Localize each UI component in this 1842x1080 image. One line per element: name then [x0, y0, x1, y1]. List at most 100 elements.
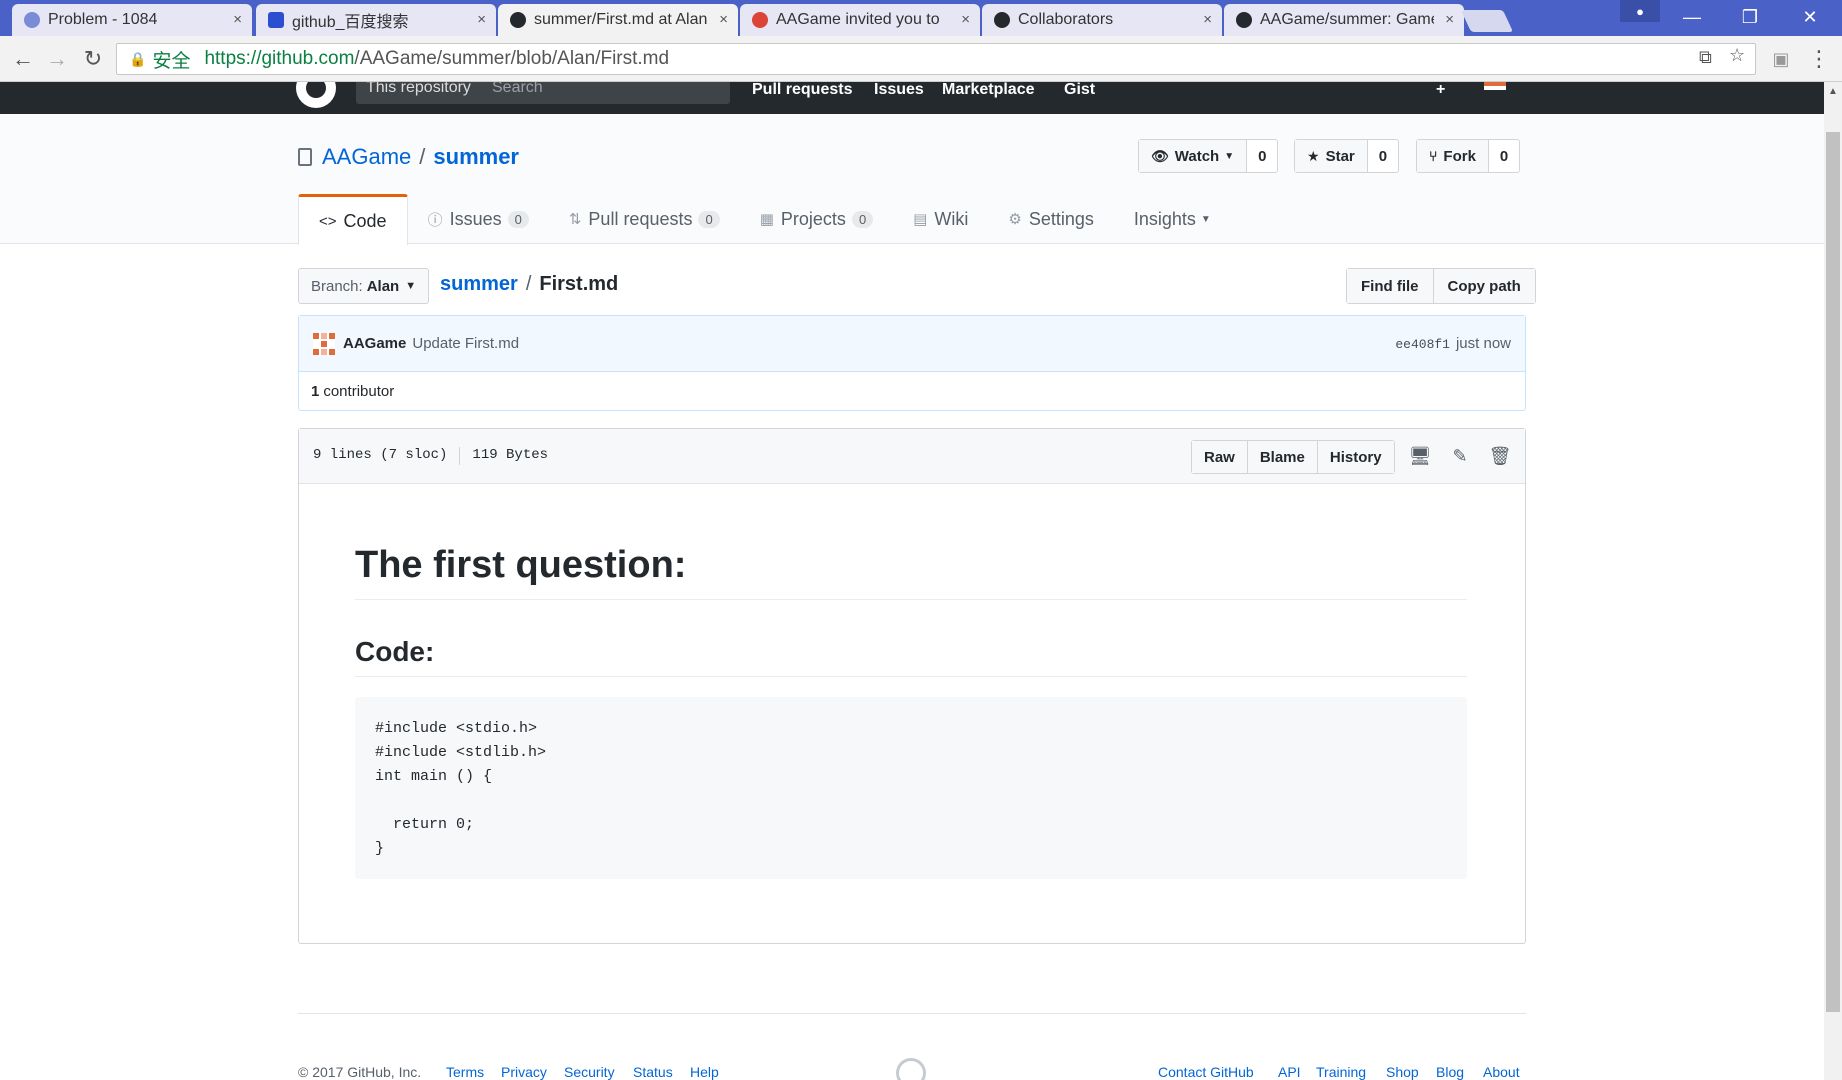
- scrollbar-thumb[interactable]: [1826, 132, 1840, 1012]
- footer-link-help[interactable]: Help: [690, 1064, 719, 1080]
- commit-sha-link[interactable]: ee408f1: [1395, 337, 1450, 352]
- minimize-window-icon[interactable]: —: [1664, 0, 1720, 34]
- code-icon: <>: [319, 212, 337, 230]
- footer-link-blog[interactable]: Blog: [1436, 1064, 1464, 1080]
- tab-issues[interactable]: ⓘ Issues 0: [408, 194, 549, 244]
- footer-copyright: © 2017 GitHub, Inc.: [298, 1064, 422, 1080]
- github-favicon-icon: [1236, 12, 1252, 28]
- tab-close-icon[interactable]: ×: [1203, 11, 1212, 28]
- header-nav-issues[interactable]: Issues: [874, 82, 924, 99]
- header-nav-gist[interactable]: Gist: [1064, 82, 1095, 99]
- pulls-counter: 0: [698, 210, 720, 228]
- footer-link-security[interactable]: Security: [564, 1064, 615, 1080]
- star-button[interactable]: ★ Star 0: [1294, 139, 1400, 173]
- latest-commit: AAGame Update First.md ee408f1 just now: [299, 316, 1525, 372]
- github-mark-icon[interactable]: [896, 1058, 926, 1080]
- footer-link-contact[interactable]: Contact GitHub: [1158, 1064, 1254, 1080]
- tab-close-icon[interactable]: ×: [1445, 11, 1454, 28]
- repo-name-link[interactable]: summer: [433, 144, 519, 170]
- author-avatar[interactable]: [313, 332, 335, 355]
- address-bar[interactable]: 🔒 安全 https://github.com/AAGame/summer/bl…: [116, 43, 1756, 75]
- github-favicon-icon: [510, 12, 526, 28]
- gear-icon: ⚙: [1008, 211, 1022, 228]
- header-nav-pull-requests[interactable]: Pull requests: [752, 82, 852, 99]
- raw-button[interactable]: Raw: [1192, 441, 1247, 473]
- tab-title: summer/First.md at Alan: [534, 11, 708, 28]
- tab-projects[interactable]: ▦ Projects 0: [740, 194, 893, 244]
- create-new-plus-icon[interactable]: +: [1436, 82, 1445, 99]
- tab-code[interactable]: <> Code: [298, 194, 408, 245]
- browser-tab-5[interactable]: Collaborators ×: [982, 4, 1222, 36]
- new-tab-button[interactable]: [1460, 10, 1514, 32]
- translate-icon[interactable]: ⧉: [1699, 47, 1712, 68]
- scroll-up-arrow-icon[interactable]: ▲: [1828, 86, 1838, 97]
- fork-count[interactable]: 0: [1489, 140, 1519, 172]
- pencil-edit-icon[interactable]: ✎: [1449, 445, 1471, 467]
- footer-link-about[interactable]: About: [1483, 1064, 1520, 1080]
- breadcrumb-root-link[interactable]: summer: [440, 273, 518, 296]
- tab-settings[interactable]: ⚙ Settings: [988, 194, 1114, 244]
- tab-close-icon[interactable]: ×: [233, 11, 242, 28]
- user-avatar[interactable]: [1484, 82, 1506, 90]
- tab-close-icon[interactable]: ×: [719, 11, 728, 28]
- forward-arrow-icon[interactable]: →: [44, 46, 70, 72]
- search-scope[interactable]: This repository Search: [356, 82, 730, 104]
- blame-button[interactable]: Blame: [1246, 441, 1317, 473]
- browser-menu-icon[interactable]: ⋮: [1806, 46, 1832, 72]
- issue-opened-icon: ⓘ: [427, 211, 443, 229]
- repo-owner-link[interactable]: AAGame: [322, 144, 411, 170]
- browser-tab-6[interactable]: AAGame/summer: Game ×: [1224, 4, 1464, 36]
- tab-wiki[interactable]: ▤ Wiki: [893, 194, 988, 244]
- file-info-divider: [459, 447, 461, 465]
- search-input[interactable]: Search: [492, 82, 543, 97]
- url-text[interactable]: https://github.com/AAGame/summer/blob/Al…: [204, 48, 669, 70]
- branch-select-button[interactable]: Branch: Alan ▼: [298, 268, 430, 304]
- github-logo-icon[interactable]: [296, 82, 336, 108]
- markdown-body: The first question: Code: #include <stdi…: [355, 484, 1467, 879]
- footer-link-status[interactable]: Status: [633, 1064, 673, 1080]
- tab-close-icon[interactable]: ×: [477, 11, 486, 28]
- footer-link-shop[interactable]: Shop: [1386, 1064, 1419, 1080]
- footer-divider: [298, 1013, 1526, 1014]
- find-file-button[interactable]: Find file: [1347, 269, 1433, 303]
- trash-delete-icon[interactable]: 🗑: [1489, 445, 1512, 467]
- footer-link-terms[interactable]: Terms: [446, 1064, 484, 1080]
- branch-name: Alan: [366, 277, 400, 295]
- reload-icon[interactable]: ↻: [80, 46, 106, 72]
- contributors-summary[interactable]: 1 contributor: [299, 372, 1525, 410]
- file-size: 119 Bytes: [472, 447, 549, 463]
- github-header: This repository Search Pull requests Iss…: [0, 82, 1824, 114]
- history-button[interactable]: History: [1316, 441, 1394, 473]
- tab-close-icon[interactable]: ×: [961, 11, 970, 28]
- repo-header: AAGame / summer 👁 Watch ▼ 0 ★ Star 0 ⑂ Fork …: [0, 114, 1824, 245]
- footer-link-training[interactable]: Training: [1316, 1064, 1366, 1080]
- bookmark-star-icon[interactable]: ☆: [1729, 45, 1745, 66]
- browser-tab-3-active[interactable]: summer/First.md at Alan ×: [498, 4, 738, 36]
- browser-tab-2[interactable]: github_百度搜索 ×: [256, 4, 496, 36]
- commit-message-link[interactable]: Update First.md: [412, 335, 519, 352]
- breadcrumb-separator: /: [525, 273, 532, 295]
- page-scrollbar[interactable]: ▲: [1824, 82, 1842, 1080]
- copy-path-button[interactable]: Copy path: [1432, 269, 1535, 303]
- commit-author-link[interactable]: AAGame: [343, 335, 406, 352]
- watch-button[interactable]: 👁 Watch ▼ 0: [1138, 139, 1279, 173]
- footer-link-privacy[interactable]: Privacy: [501, 1064, 547, 1080]
- footer-link-api[interactable]: API: [1278, 1064, 1301, 1080]
- back-arrow-icon[interactable]: ←: [10, 46, 36, 72]
- extension-icon[interactable]: ▣: [1768, 46, 1794, 72]
- header-nav-marketplace[interactable]: Marketplace: [942, 82, 1035, 99]
- tab-insights[interactable]: Insights ▼: [1114, 194, 1231, 244]
- markdown-heading-1: The first question:: [355, 544, 1467, 600]
- browser-tab-4[interactable]: AAGame invited you to ×: [740, 4, 980, 36]
- desktop-open-icon[interactable]: 🖥: [1409, 445, 1432, 467]
- star-count[interactable]: 0: [1368, 140, 1398, 172]
- commit-time: just now: [1455, 335, 1511, 352]
- watch-count[interactable]: 0: [1247, 140, 1277, 172]
- file-viewer: 9 lines (7 sloc) 119 Bytes Raw Blame His…: [298, 428, 1526, 944]
- fork-button[interactable]: ⑂ Fork 0: [1416, 139, 1521, 173]
- browser-tab-1[interactable]: Problem - 1084 ×: [12, 4, 252, 36]
- restore-window-icon[interactable]: ❐: [1722, 0, 1778, 34]
- profile-user-icon[interactable]: ●: [1620, 0, 1660, 22]
- tab-pull-requests[interactable]: ⇅ Pull requests 0: [549, 194, 740, 244]
- close-window-icon[interactable]: ✕: [1782, 0, 1838, 34]
